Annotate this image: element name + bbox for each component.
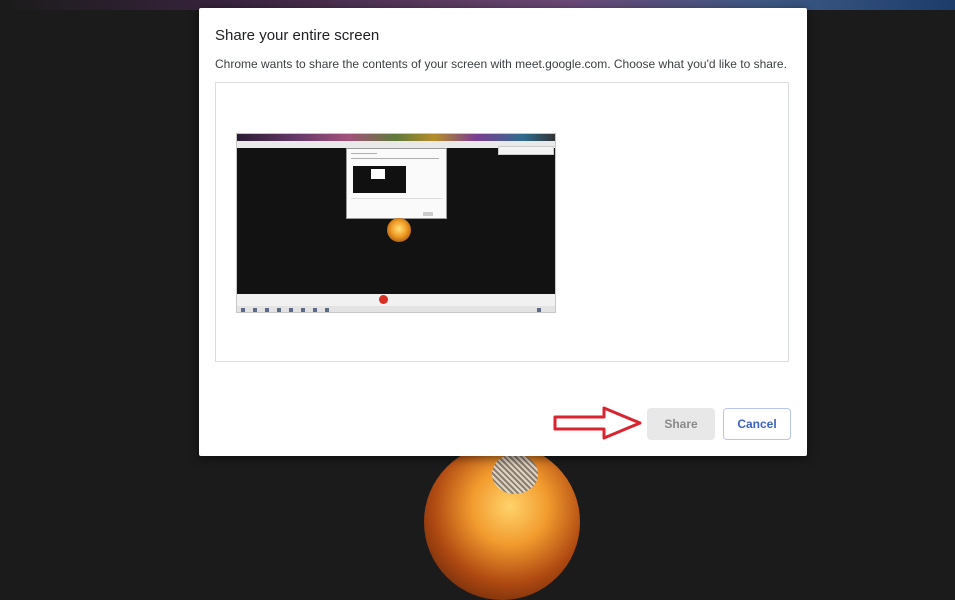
share-button[interactable]: Share xyxy=(647,408,715,440)
red-arrow-annotation-icon xyxy=(553,406,642,440)
cancel-button[interactable]: Cancel xyxy=(723,408,791,440)
screen-thumbnail[interactable] xyxy=(236,133,556,313)
dialog-description: Chrome wants to share the contents of yo… xyxy=(215,57,787,71)
dialog-title: Share your entire screen xyxy=(215,27,380,44)
thumbnail-record-icon xyxy=(379,295,388,304)
microphone-logo-icon xyxy=(424,444,580,600)
share-screen-dialog: Share your entire screen Chrome wants to… xyxy=(199,8,807,456)
screen-preview-panel xyxy=(215,82,789,362)
thumbnail-logo-icon xyxy=(387,218,411,242)
